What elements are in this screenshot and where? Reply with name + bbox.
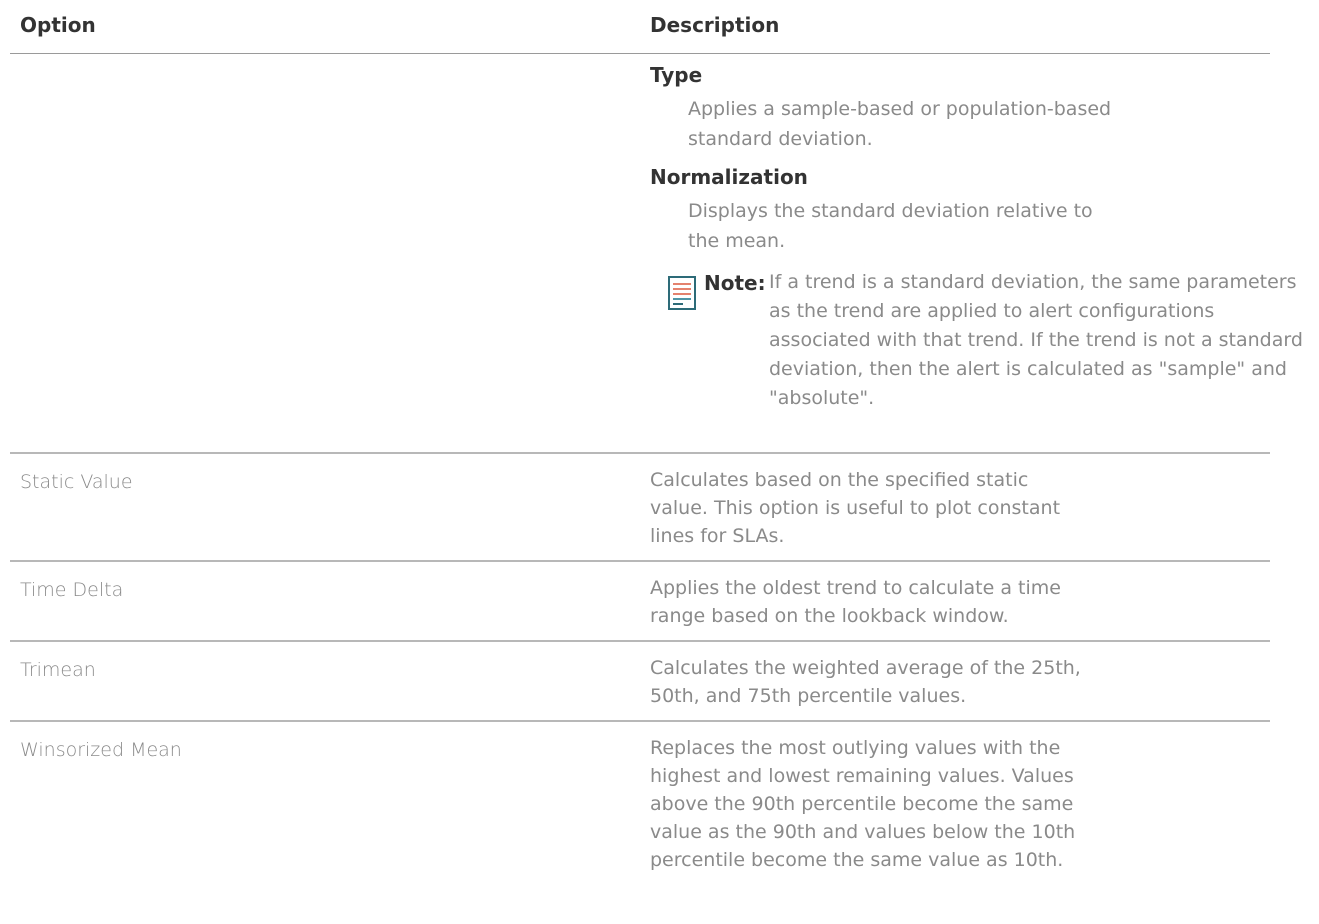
column-header-description: Description: [650, 13, 780, 37]
options-table: Option Description Type Applies a sample…: [10, 0, 1303, 874]
description-cell: Applies the oldest trend to calculate a …: [650, 577, 1061, 627]
description-cell: Replaces the most outlying values with t…: [650, 737, 1076, 871]
option-cell: Time Delta: [20, 579, 124, 601]
definition-type: Applies a sample-based or population-bas…: [688, 98, 1112, 150]
table-row: Winsorized Mean Replaces the most outlyi…: [10, 722, 1270, 874]
term-type: Type: [650, 63, 703, 87]
option-cell: Static Value: [20, 471, 133, 493]
description-cell: Calculates the weighted average of the 2…: [650, 657, 1081, 707]
definition-normalization: Displays the standard deviation relative…: [688, 200, 1093, 252]
description-cell: Calculates based on the specified static…: [650, 469, 1061, 547]
column-header-option: Option: [20, 13, 96, 37]
table-row: Type Applies a sample-based or populatio…: [10, 54, 1303, 454]
note-label: Note:: [704, 271, 766, 295]
table-row: Trimean Calculates the weighted average …: [10, 642, 1270, 722]
table-row: Time Delta Applies the oldest trend to c…: [10, 562, 1270, 642]
table-header: Option Description: [10, 0, 1270, 54]
note-text: If a trend is a standard deviation, the …: [769, 271, 1303, 409]
note-icon: [668, 276, 696, 310]
option-cell: Trimean: [20, 659, 96, 681]
term-normalization: Normalization: [650, 165, 808, 189]
table-row: Static Value Calculates based on the spe…: [10, 454, 1270, 562]
description-cell: Type Applies a sample-based or populatio…: [650, 54, 1303, 452]
option-cell: Winsorized Mean: [20, 739, 182, 761]
note-callout: Note: If a trend is a standard deviation…: [668, 268, 1303, 440]
